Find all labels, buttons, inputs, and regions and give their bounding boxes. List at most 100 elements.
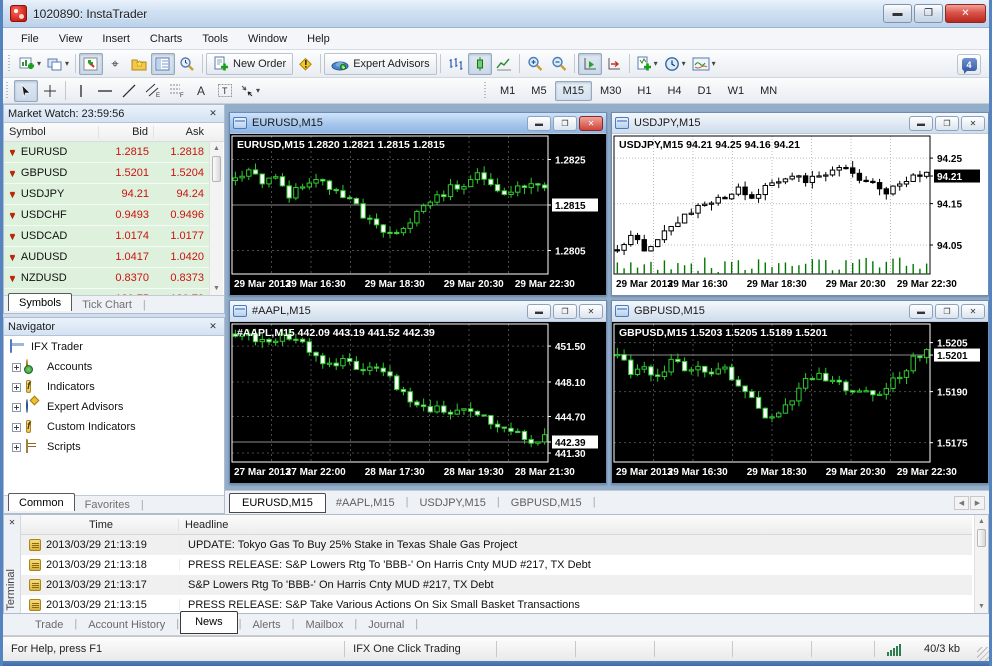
news-row[interactable]: 2013/03/29 21:13:17 S&P Lowers Rtg To 'BB…	[21, 575, 972, 595]
close-icon[interactable]: ✕	[206, 321, 220, 332]
mailbox-messages-button[interactable]: 4	[957, 54, 981, 75]
minimize-button[interactable]: ▬	[883, 4, 912, 23]
fibonacci-tool-button[interactable]: F	[165, 80, 189, 102]
terminal-tab-journal[interactable]: Journal	[358, 616, 414, 634]
crosshair-tool-button[interactable]	[38, 80, 62, 102]
minimize-button[interactable]: ▬	[527, 303, 551, 319]
timeframe-h1[interactable]: H1	[629, 81, 659, 101]
maximize-button[interactable]: ❐	[914, 4, 943, 23]
news-row[interactable]: 2013/03/29 21:13:15 PRESS RELEASE: S&P Ta…	[21, 595, 972, 613]
toolbar-grip[interactable]	[6, 81, 11, 100]
news-row[interactable]: 2013/03/29 21:13:19 UPDATE: Tokyo Gas To …	[21, 535, 972, 555]
terminal-scrollbar[interactable]: ▲ ▼	[974, 515, 988, 613]
expand-plus-icon[interactable]	[12, 382, 21, 392]
chart-canvas[interactable]: GBPUSD,M15 1.5203 1.5205 1.5189 1.5201 1.…	[612, 322, 988, 483]
zoom-out-button[interactable]	[547, 53, 571, 75]
market-watch-row[interactable]: ▼ NZDUSD 0.8370 0.8373	[4, 268, 209, 289]
chart-window-titlebar[interactable]: EURUSD,M15 ▬ ❐ ✕	[230, 113, 606, 134]
menu-tools[interactable]: Tools	[192, 30, 238, 48]
new-order-button[interactable]: New Order	[206, 52, 294, 75]
new-chart-button[interactable]: ▾	[16, 53, 44, 75]
toolbar-grip[interactable]	[8, 54, 13, 73]
column-ask[interactable]: Ask	[154, 126, 209, 138]
column-bid[interactable]: Bid	[99, 126, 154, 138]
market-watch-scrollbar[interactable]: ▲ ▼	[209, 142, 223, 295]
tab-favorites[interactable]: Favorites	[75, 498, 140, 513]
line-chart-mode-button[interactable]	[492, 53, 516, 75]
menu-view[interactable]: View	[49, 30, 93, 48]
timeframe-h4[interactable]: H4	[659, 81, 689, 101]
scroll-down-icon[interactable]: ▼	[210, 282, 223, 295]
chart-window-titlebar[interactable]: #AAPL,M15 ▬ ❐ ✕	[230, 301, 606, 322]
chart-tab-aapl[interactable]: #AAPL,M15	[326, 494, 405, 512]
chart-window-eurusd[interactable]: EURUSD,M15 ▬ ❐ ✕ EURUSD,M15 1.2820 1.2821 1.…	[229, 112, 607, 296]
terminal-tab-mailbox[interactable]: Mailbox	[295, 616, 353, 634]
menu-help[interactable]: Help	[297, 30, 340, 48]
templates-button[interactable]: ▾	[689, 53, 719, 75]
minimize-button[interactable]: ▬	[909, 115, 933, 131]
column-symbol[interactable]: Symbol	[4, 126, 99, 138]
navigator-item-scripts[interactable]: Scripts	[4, 437, 224, 457]
scroll-down-icon[interactable]: ▼	[975, 600, 988, 613]
scroll-thumb[interactable]	[212, 156, 221, 182]
menu-file[interactable]: File	[11, 30, 49, 48]
close-button[interactable]: ✕	[579, 115, 603, 131]
chart-window-titlebar[interactable]: GBPUSD,M15 ▬ ❐ ✕	[612, 301, 988, 322]
expand-plus-icon[interactable]	[12, 422, 21, 432]
timeframe-w1[interactable]: W1	[720, 81, 753, 101]
close-button[interactable]: ✕	[961, 303, 985, 319]
chart-canvas[interactable]: #AAPL,M15 442.09 443.19 441.52 442.39 451…	[230, 322, 606, 483]
terminal-tab-news[interactable]: News	[180, 611, 238, 634]
cursor-tool-button[interactable]	[14, 79, 38, 102]
chart-window-gbpusd[interactable]: GBPUSD,M15 ▬ ❐ ✕ GBPUSD,M15 1.5203 1.5205 1.…	[611, 300, 989, 484]
minimize-button[interactable]: ▬	[527, 115, 551, 131]
restore-button[interactable]: ❐	[553, 115, 577, 131]
chart-tab-eurusd[interactable]: EURUSD,M15	[229, 492, 326, 513]
arrows-tool-button[interactable]: ▾	[237, 80, 263, 102]
timeframe-m15[interactable]: M15	[554, 81, 592, 101]
chart-canvas[interactable]: EURUSD,M15 1.2820 1.2821 1.2815 1.2815 1.…	[230, 134, 606, 295]
expert-advisors-button[interactable]: Expert Advisors	[324, 52, 437, 75]
restore-button[interactable]: ❐	[935, 115, 959, 131]
news-row[interactable]: 2013/03/29 21:13:18 PRESS RELEASE: S&P Lo…	[21, 555, 972, 575]
scroll-right-icon[interactable]: ▶	[970, 495, 985, 510]
menu-insert[interactable]: Insert	[92, 30, 140, 48]
close-icon[interactable]: ✕	[6, 517, 18, 529]
terminal-column-headers[interactable]: Time Headline	[21, 515, 972, 535]
periods-button[interactable]: ▾	[661, 53, 689, 75]
channel-tool-button[interactable]: E	[141, 80, 165, 102]
market-watch-row[interactable]: ▼ USDCHF 0.9493 0.9496	[4, 205, 209, 226]
toolbar-grip[interactable]	[484, 82, 489, 100]
navigator-item-expert-advisors[interactable]: Expert Advisors	[4, 397, 224, 417]
profiles-button[interactable]: ▾	[44, 53, 72, 75]
timeframe-m5[interactable]: M5	[523, 81, 554, 101]
navigator-toggle-button[interactable]	[127, 53, 151, 75]
chart-window-aapl[interactable]: #AAPL,M15 ▬ ❐ ✕ #AAPL,M15 442.09 443.19 441.…	[229, 300, 607, 484]
terminal-tab-alerts[interactable]: Alerts	[242, 616, 290, 634]
navigator-item-indicators[interactable]: f Indicators	[4, 377, 224, 397]
expand-plus-icon[interactable]	[12, 442, 21, 452]
expand-plus-icon[interactable]	[12, 402, 21, 412]
tab-tick-chart[interactable]: Tick Chart	[72, 298, 142, 313]
terminal-tab-account-history[interactable]: Account History	[78, 616, 175, 634]
chart-shift-button[interactable]	[602, 53, 626, 75]
candlestick-mode-button[interactable]	[467, 52, 492, 75]
market-watch-row[interactable]: ▼ EURUSD 1.2815 1.2818	[4, 142, 209, 163]
terminal-tab-trade[interactable]: Trade	[25, 616, 73, 634]
scroll-up-icon[interactable]: ▲	[975, 515, 988, 528]
column-headline[interactable]: Headline	[179, 519, 228, 531]
market-watch-row[interactable]: ▼ USDCAD 1.0174 1.0177	[4, 226, 209, 247]
chart-tab-gbpusd[interactable]: GBPUSD,M15	[501, 494, 592, 512]
horizontal-line-tool-button[interactable]	[93, 80, 117, 102]
timeframe-mn[interactable]: MN	[752, 81, 785, 101]
status-one-click-trading[interactable]: IFX One Click Trading	[345, 637, 496, 661]
text-tool-button[interactable]: A	[189, 80, 213, 102]
market-watch-row[interactable]: ▼ USDJPY 94.21 94.24	[4, 184, 209, 205]
chart-window-usdjpy[interactable]: USDJPY,M15 ▬ ❐ ✕ USDJPY,M15 94.21 94.25 94.1…	[611, 112, 989, 296]
scroll-left-icon[interactable]: ◀	[954, 495, 969, 510]
resize-grip[interactable]	[977, 647, 989, 661]
timeframe-d1[interactable]: D1	[690, 81, 720, 101]
column-time[interactable]: Time	[21, 518, 179, 531]
alert-button[interactable]	[293, 53, 317, 75]
market-watch-toggle-button[interactable]	[151, 52, 176, 75]
